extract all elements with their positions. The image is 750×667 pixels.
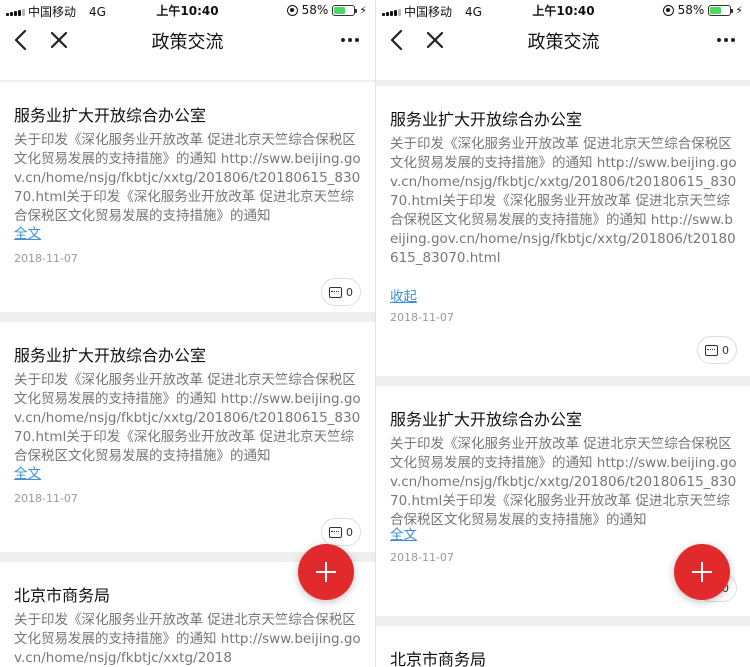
post-body: 关于印发《深化服务业开放改革 促进北京天竺综合保税区文化贸易发展的支持措施》的通… xyxy=(14,612,361,666)
post-card[interactable]: 服务业扩大开放综合办公室 关于印发《深化服务业开放改革 促进北京天竺综合保税区文… xyxy=(0,82,375,312)
phone-screen-right: 中国移动 4G 上午10:40 58% ⚡ 政策交流 服务业扩大开放综合办公室 … xyxy=(375,0,750,667)
post-date: 2018-11-07 xyxy=(390,551,454,564)
post-card[interactable]: 服务业扩大开放综合办公室 关于印发《深化服务业开放改革 促进北京天竺综合保税区文… xyxy=(376,86,750,376)
more-dots-icon[interactable] xyxy=(339,30,361,50)
post-org: 北京市商务局 xyxy=(14,586,111,605)
post-body: 关于印发《深化服务业开放改革 促进北京天竺综合保税区文化贸易发展的支持措施》的通… xyxy=(390,436,737,528)
comment-button[interactable]: 0 xyxy=(697,336,737,364)
rotation-lock-icon xyxy=(286,4,298,16)
post-date: 2018-11-07 xyxy=(390,311,454,324)
rotation-lock-icon xyxy=(662,4,674,16)
post-card[interactable]: 服务业扩大开放综合办公室 关于印发《深化服务业开放改革 促进北京天竺综合保税区文… xyxy=(0,322,375,552)
more-dots-icon[interactable] xyxy=(715,30,737,50)
comment-icon xyxy=(705,344,718,356)
previous-card-stub xyxy=(376,60,750,80)
nav-bar: 政策交流 xyxy=(0,20,375,60)
comment-count: 0 xyxy=(346,285,353,299)
post-org: 服务业扩大开放综合办公室 xyxy=(14,346,207,365)
expand-link[interactable]: 全文 xyxy=(14,222,41,242)
battery-icon xyxy=(332,4,358,16)
post-org: 北京市商务局 xyxy=(390,650,487,667)
post-body: 关于印发《深化服务业开放改革 促进北京天竺综合保税区文化贸易发展的支持措施》的通… xyxy=(14,132,361,224)
page-title: 政策交流 xyxy=(527,32,600,53)
battery-percent: 58% xyxy=(301,3,329,17)
previous-card-stub xyxy=(0,60,375,80)
post-card[interactable]: 北京市商务局 xyxy=(376,626,750,667)
comment-button[interactable]: 0 xyxy=(321,518,361,546)
phone-screen-left: 中国移动 4G 上午10:40 58% ⚡ 政策交流 服务业扩大开放综合办公室 … xyxy=(0,0,375,667)
add-post-button[interactable] xyxy=(298,544,354,600)
post-org: 服务业扩大开放综合办公室 xyxy=(390,410,583,429)
battery-percent: 58% xyxy=(677,3,705,17)
expand-link[interactable]: 全文 xyxy=(14,462,41,482)
comment-count: 0 xyxy=(722,343,729,357)
post-date: 2018-11-07 xyxy=(14,492,78,505)
collapse-link[interactable]: 收起 xyxy=(390,285,417,305)
status-bar: 中国移动 4G 上午10:40 58% ⚡ xyxy=(0,0,375,20)
post-body: 关于印发《深化服务业开放改革 促进北京天竺综合保税区文化贸易发展的支持措施》的通… xyxy=(14,372,361,464)
battery-icon xyxy=(708,4,734,16)
nav-bar: 政策交流 xyxy=(376,20,750,60)
comment-icon xyxy=(329,286,342,298)
add-post-button[interactable] xyxy=(674,544,730,600)
plus-icon xyxy=(316,562,336,582)
plus-icon xyxy=(692,562,712,582)
charging-icon: ⚡ xyxy=(359,3,367,17)
post-date: 2018-11-07 xyxy=(14,252,78,265)
comment-count: 0 xyxy=(346,525,353,539)
comment-icon xyxy=(329,526,342,538)
comment-button[interactable]: 0 xyxy=(321,278,361,306)
expand-link[interactable]: 全文 xyxy=(390,523,417,543)
status-bar: 中国移动 4G 上午10:40 58% ⚡ xyxy=(376,0,750,20)
page-title: 政策交流 xyxy=(151,32,224,53)
post-body: 关于印发《深化服务业开放改革 促进北京天竺综合保税区文化贸易发展的支持措施》的通… xyxy=(390,136,737,266)
charging-icon: ⚡ xyxy=(735,3,743,17)
post-org: 服务业扩大开放综合办公室 xyxy=(14,106,207,125)
post-org: 服务业扩大开放综合办公室 xyxy=(390,110,583,129)
